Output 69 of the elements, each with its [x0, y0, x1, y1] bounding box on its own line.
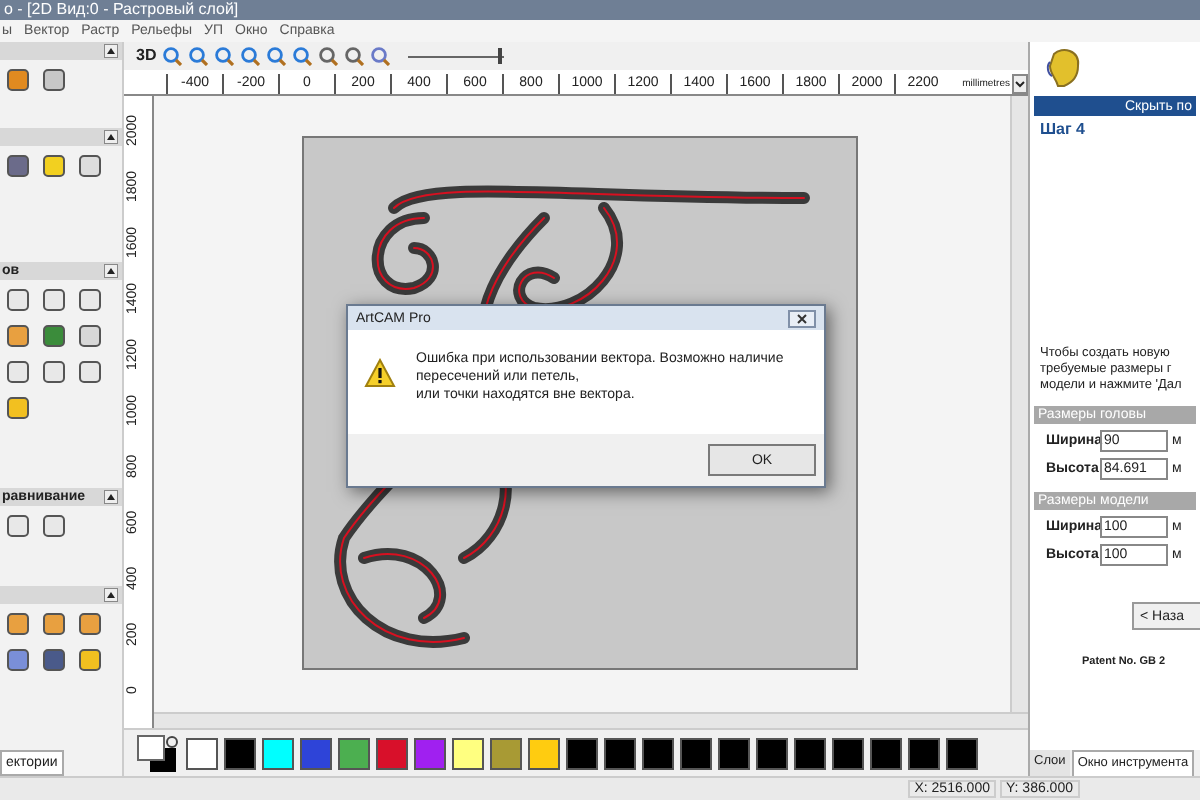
color-swatch[interactable]: [794, 737, 826, 769]
warning-icon: [364, 358, 396, 388]
step-title: Шаг 4: [1038, 122, 1087, 138]
zoom-icon[interactable]: [318, 46, 339, 66]
tool-icon[interactable]: [40, 152, 68, 180]
color-swatch[interactable]: [186, 737, 218, 769]
color-swatch[interactable]: [414, 737, 446, 769]
tool-icon[interactable]: [4, 512, 32, 540]
tool-icon[interactable]: [40, 512, 68, 540]
zoom-icon[interactable]: [370, 46, 391, 66]
color-swatch[interactable]: [452, 737, 484, 769]
collapse-icon[interactable]: [104, 44, 118, 58]
color-swatch[interactable]: [338, 737, 370, 769]
tool-icon[interactable]: [76, 646, 104, 674]
zoom-icon[interactable]: [188, 46, 209, 66]
tool-icon[interactable]: [4, 66, 32, 94]
tool-icon[interactable]: [4, 646, 32, 674]
tool-icon[interactable]: [40, 646, 68, 674]
tool-icon[interactable]: [76, 358, 104, 386]
zoom-icon[interactable]: [162, 46, 183, 66]
tool-icon[interactable]: [4, 394, 32, 422]
tool-icon[interactable]: [76, 610, 104, 638]
collapse-icon[interactable]: [104, 130, 118, 144]
color-swatch[interactable]: [946, 737, 978, 769]
zoom-icon[interactable]: [292, 46, 313, 66]
color-swatch[interactable]: [832, 737, 864, 769]
horizontal-scrollbar[interactable]: [154, 712, 1028, 728]
vertical-scrollbar[interactable]: [1010, 96, 1028, 712]
color-swatch[interactable]: [224, 737, 256, 769]
3d-view-button[interactable]: 3D: [136, 48, 157, 64]
color-swatch[interactable]: [756, 737, 788, 769]
window-title: о - [2D Вид:0 - Растровый слой]: [4, 2, 239, 18]
collapse-icon[interactable]: [104, 490, 118, 504]
tool-icon[interactable]: [4, 286, 32, 314]
tool-icon[interactable]: [4, 358, 32, 386]
color-swatch[interactable]: [604, 737, 636, 769]
tool-icon[interactable]: [76, 152, 104, 180]
color-swatch[interactable]: [262, 737, 294, 769]
color-swatch[interactable]: [870, 737, 902, 769]
color-swatch[interactable]: [642, 737, 674, 769]
tool-icon[interactable]: [4, 322, 32, 350]
zoom-icon[interactable]: [214, 46, 235, 66]
tool-icon[interactable]: [40, 358, 68, 386]
tool-icon[interactable]: [40, 322, 68, 350]
tool-icon[interactable]: [4, 610, 32, 638]
collapse-icon[interactable]: [104, 264, 118, 278]
tool-icon[interactable]: [40, 66, 68, 94]
color-swatch[interactable]: [718, 737, 750, 769]
tool-icon[interactable]: [76, 322, 104, 350]
zoom-slider[interactable]: [408, 48, 505, 64]
color-swatch[interactable]: [566, 737, 598, 769]
current-colors-icon[interactable]: [136, 733, 180, 773]
tool-icon[interactable]: [40, 610, 68, 638]
collapse-icon[interactable]: [104, 588, 118, 602]
color-swatch[interactable]: [376, 737, 408, 769]
color-swatch[interactable]: [680, 737, 712, 769]
tool-icon[interactable]: [4, 152, 32, 180]
slider-thumb[interactable]: [497, 48, 502, 64]
zoom-icon[interactable]: [266, 46, 287, 66]
color-swatch[interactable]: [908, 737, 940, 769]
tool-icon[interactable]: [76, 286, 104, 314]
tool-icon[interactable]: [40, 286, 68, 314]
zoom-icon[interactable]: [344, 46, 365, 66]
color-swatch[interactable]: [528, 737, 560, 769]
color-swatch[interactable]: [300, 737, 332, 769]
close-icon[interactable]: [788, 309, 816, 327]
zoom-icon[interactable]: [240, 46, 261, 66]
color-swatch[interactable]: [490, 737, 522, 769]
dropdown-icon[interactable]: [1012, 74, 1028, 94]
